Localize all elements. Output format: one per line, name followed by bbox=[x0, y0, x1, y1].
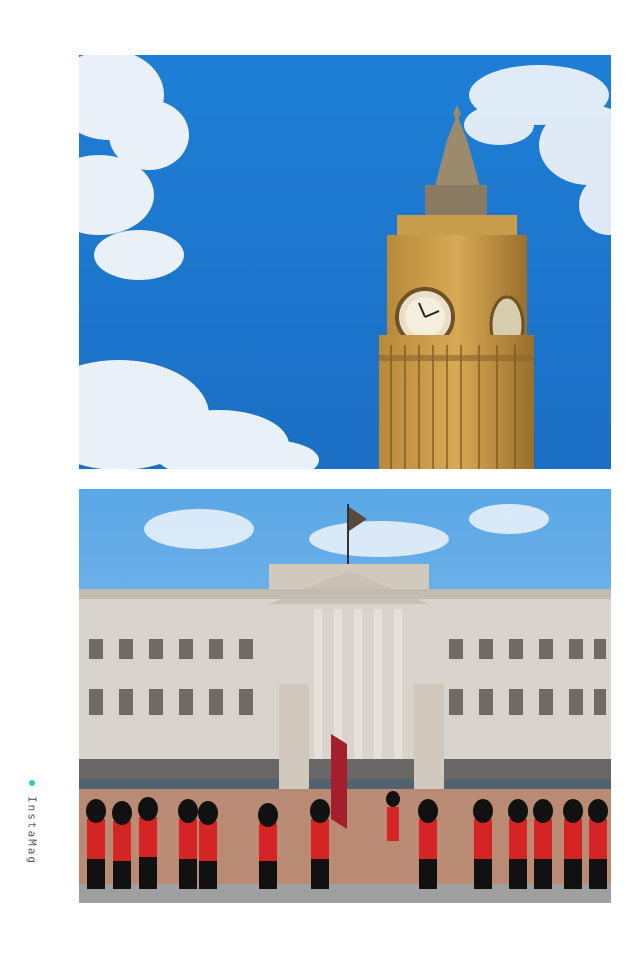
instamag-watermark: InstaMag bbox=[20, 780, 44, 920]
watermark-text: InstaMag bbox=[25, 796, 39, 865]
accent-dot-icon bbox=[29, 780, 35, 786]
big-ben-photo bbox=[79, 55, 611, 469]
big-ben-illustration bbox=[79, 55, 611, 469]
palace-guards-illustration bbox=[79, 489, 611, 903]
buckingham-palace-photo bbox=[79, 489, 611, 903]
